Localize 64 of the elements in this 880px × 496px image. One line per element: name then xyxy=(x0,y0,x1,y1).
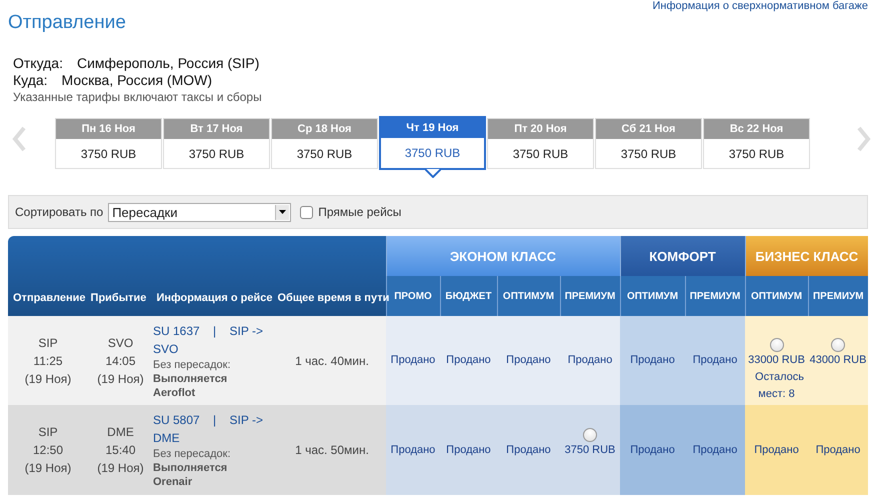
operator-label: Выполняется Orenair xyxy=(153,461,228,489)
sold-out-label: Продано xyxy=(390,353,436,368)
dropdown-icon xyxy=(275,204,290,220)
baggage-info-link[interactable]: Информация о сверхнормативном багаже xyxy=(652,0,868,12)
sold-out-label: Продано xyxy=(505,442,552,458)
seats-left-note: Осталось мест: 8 xyxy=(754,370,805,402)
departure-info: SIP 12:50 (19 Ноя) xyxy=(24,424,72,477)
sort-label: Сортировать по xyxy=(15,205,104,219)
direct-flights-label: Прямые рейсы xyxy=(318,205,402,219)
fare-type-header: ОПТИМУМ xyxy=(497,276,560,316)
fare-type-header: ПРЕМИУМ xyxy=(685,276,746,316)
taxes-note: Указанные тарифы включают таксы и сборы xyxy=(13,90,263,104)
sold-out-label: Продано xyxy=(629,442,676,458)
arrival-info: SVO 14:05 (19 Ноя) xyxy=(96,334,145,388)
column-header: Прибытие xyxy=(90,292,148,304)
fare-class-header: КОМФОРТ xyxy=(620,236,746,276)
sold-out-label: Продано xyxy=(566,353,614,368)
date-tab[interactable]: Вс 22 Ноя 3750 RUB xyxy=(703,118,810,169)
from-label: Откуда: xyxy=(13,55,63,72)
date-tab[interactable]: Пт 20 Ноя 3750 RUB xyxy=(487,118,594,169)
duration-text: 1 час. 40мин. xyxy=(295,354,369,368)
fare-type-header: ОПТИМУМ xyxy=(745,276,808,316)
arrival-info: DME 15:40 (19 Ноя) xyxy=(96,424,145,477)
fare-radio[interactable] xyxy=(583,428,597,442)
fare-radio[interactable] xyxy=(831,338,846,352)
page-title: Отправление xyxy=(8,12,127,34)
sold-out-label: Продано xyxy=(445,353,492,368)
fare-class-header: БИЗНЕС КЛАСС xyxy=(745,236,868,276)
flight-link[interactable]: SU 5807 | SIP -> DME xyxy=(153,411,265,447)
sold-out-label: Продано xyxy=(692,442,738,458)
to-label: Куда: xyxy=(13,72,48,89)
stops-label: Без пересадок: xyxy=(153,358,232,372)
sold-out-label: Продано xyxy=(390,442,436,458)
fare-radio[interactable] xyxy=(770,338,784,352)
fare-type-header: ОПТИМУМ xyxy=(620,276,686,316)
sold-out-label: Продано xyxy=(505,353,552,368)
sold-out-label: Продано xyxy=(814,442,862,458)
flight-link[interactable]: SU 1637 | SIP -> SVO xyxy=(153,322,265,358)
fare-price: 3750 RUB xyxy=(564,442,616,458)
fare-type-header: ПРЕМИУМ xyxy=(560,276,620,316)
from-value: Симферополь, Россия (SIP) xyxy=(76,55,260,72)
sold-out-label: Продано xyxy=(753,442,800,458)
duration-text: 1 час. 50мин. xyxy=(295,443,369,457)
fare-class-header: ЭКОНОМ КЛАСС xyxy=(386,236,620,276)
fare-price: 33000 RUB xyxy=(747,353,806,368)
direct-flights-checkbox[interactable] xyxy=(300,206,314,218)
sold-out-label: Продано xyxy=(629,353,676,368)
fare-type-header: ПРЕМИУМ xyxy=(808,276,868,316)
date-tab[interactable]: Ср 18 Ноя 3750 RUB xyxy=(271,118,378,169)
sold-out-label: Продано xyxy=(692,353,738,368)
fare-type-header: БЮДЖЕТ xyxy=(440,276,497,316)
sold-out-label: Продано xyxy=(445,442,492,458)
sort-select[interactable]: Пересадки xyxy=(108,202,292,222)
column-header: Информация о рейсе xyxy=(155,292,272,304)
date-tab[interactable]: Вт 17 Ноя 3750 RUB xyxy=(163,118,270,169)
operator-label: Выполняется Aeroflot xyxy=(153,372,228,400)
date-tab[interactable]: Пн 16 Ноя 3750 RUB xyxy=(55,118,162,169)
departure-info: SIP 11:25 (19 Ноя) xyxy=(24,334,72,388)
column-header: Отправление xyxy=(12,292,86,304)
to-value: Москва, Россия (MOW) xyxy=(62,72,212,89)
date-tab[interactable]: Сб 21 Ноя 3750 RUB xyxy=(595,118,702,169)
pointer-icon xyxy=(425,169,441,178)
fare-price: 43000 RUB xyxy=(808,353,868,368)
stops-label: Без пересадок: xyxy=(153,447,232,461)
